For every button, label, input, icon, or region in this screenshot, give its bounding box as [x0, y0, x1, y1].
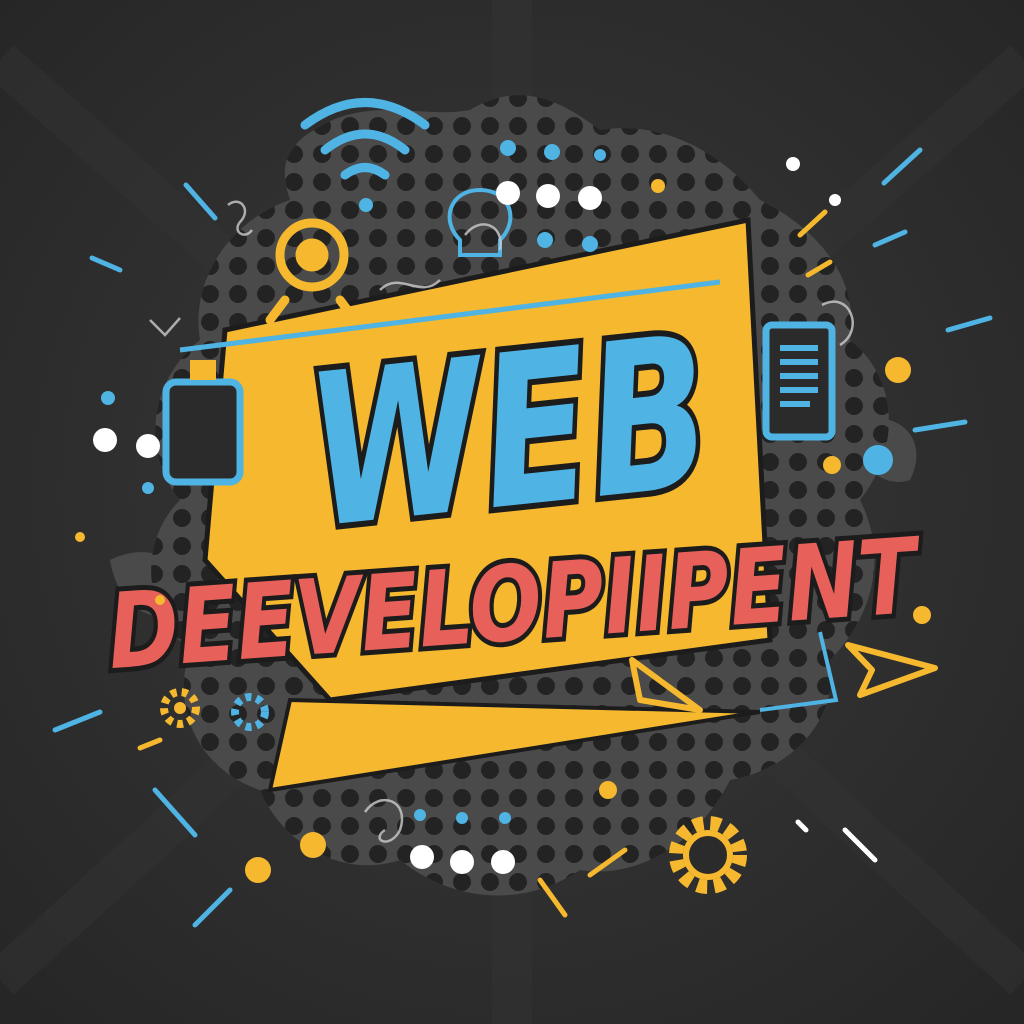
- gear-hub: [683, 830, 733, 880]
- poster: WEB DEEVELOPIIPENT: [0, 0, 1024, 1024]
- poster-artwork: WEB DEEVELOPIIPENT: [0, 0, 1024, 1024]
- document-icon: [762, 321, 836, 441]
- gear-hub-small-yellow: [174, 702, 186, 714]
